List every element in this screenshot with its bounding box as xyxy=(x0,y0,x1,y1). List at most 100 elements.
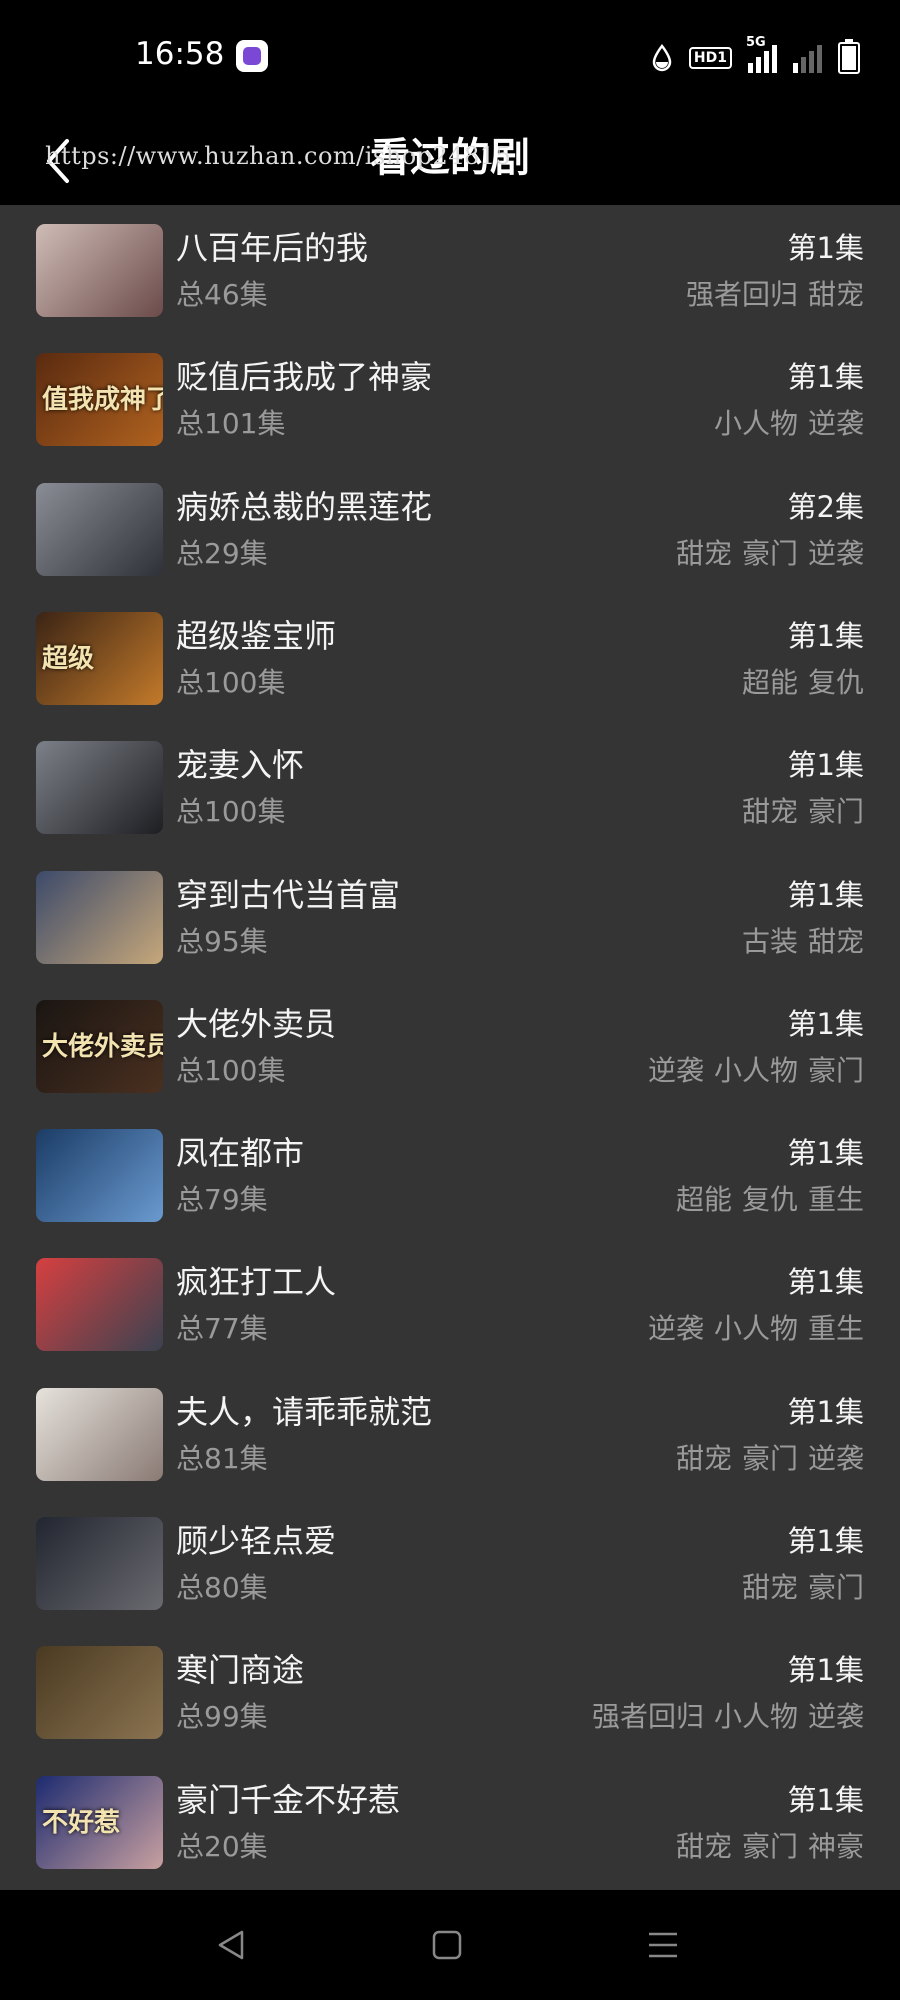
genre-tag: 逆袭 xyxy=(807,1700,864,1734)
triangle-back-icon xyxy=(218,1930,244,1960)
show-row[interactable]: 大佬外卖员 大佬外卖员 总100集 第1集 逆袭 小人物 豪门 xyxy=(0,981,900,1110)
genre-tag: 豪门 xyxy=(807,1053,864,1087)
genre-tag: 豪门 xyxy=(741,536,798,570)
genre-tag: 重生 xyxy=(807,1312,864,1346)
show-thumbnail[interactable]: 值我成神了 xyxy=(36,353,163,447)
total-episodes: 总79集 xyxy=(176,1183,268,1217)
thumbnail-text: 值我成神了 xyxy=(42,385,163,416)
total-episodes: 总46集 xyxy=(176,278,268,311)
current-episode: 第1集 xyxy=(787,1006,864,1041)
current-episode: 第1集 xyxy=(787,748,864,783)
show-thumbnail[interactable] xyxy=(36,224,163,317)
show-title: 凤在都市 xyxy=(176,1134,305,1173)
show-thumbnail[interactable] xyxy=(36,1387,163,1481)
genre-tag: 小人物 xyxy=(713,1700,798,1734)
header: 看过的剧 https://www.huzhan.com/ishop24815 xyxy=(0,115,900,205)
show-row[interactable]: 顾少轻点爱 总80集 第1集 甜宠 豪门 xyxy=(0,1498,900,1627)
show-title: 寒门商途 xyxy=(176,1651,305,1690)
total-episodes: 总101集 xyxy=(176,407,286,441)
genre-tag: 豪门 xyxy=(741,1829,798,1863)
signal-weak-icon xyxy=(793,43,822,73)
genre-tag: 复仇 xyxy=(741,1183,798,1217)
network-label: 5G xyxy=(746,35,766,50)
thumbnail-text: 不好惹 xyxy=(42,1807,121,1838)
battery-icon xyxy=(838,39,860,74)
genre-tags: 甜宠 豪门 xyxy=(732,790,864,830)
genre-tag: 强者回归 xyxy=(685,278,798,311)
show-title: 疯狂打工人 xyxy=(176,1263,337,1302)
show-row[interactable]: 值我成神了 贬值后我成了神豪 总101集 第1集 小人物 逆袭 xyxy=(0,334,900,463)
genre-tags: 甜宠 豪门 神豪 xyxy=(666,1825,864,1865)
status-time: 16:58 xyxy=(135,36,225,72)
total-episodes: 总100集 xyxy=(176,665,286,699)
genre-tag: 甜宠 xyxy=(807,278,864,311)
current-episode: 第1集 xyxy=(787,1136,864,1171)
show-thumbnail[interactable] xyxy=(36,1258,163,1352)
show-row[interactable]: 超级 超级鉴宝师总100集 第1集超能 复仇 xyxy=(0,593,900,722)
genre-tag: 甜宠 xyxy=(741,1571,798,1604)
show-thumbnail[interactable] xyxy=(36,482,163,576)
genre-tags: 甜宠 豪门 xyxy=(732,1566,864,1606)
show-thumbnail[interactable] xyxy=(36,741,163,835)
genre-tag: 重生 xyxy=(807,1183,864,1217)
show-thumbnail[interactable]: 大佬外卖员 xyxy=(36,999,163,1093)
show-title: 夫人，请乖乖就范 xyxy=(176,1392,433,1431)
show-thumbnail[interactable] xyxy=(36,1129,163,1223)
show-row[interactable]: 宠妻入怀 总100集 第1集 甜宠 豪门 xyxy=(0,722,900,851)
square-home-icon xyxy=(432,1930,462,1960)
total-episodes: 总100集 xyxy=(176,795,286,829)
show-thumbnail[interactable] xyxy=(36,1646,163,1740)
show-row[interactable]: 穿到古代当首富 总95集 第1集 古装 甜宠 xyxy=(0,852,900,981)
show-row[interactable]: 疯狂打工人 总77集 第1集 逆袭 小人物 重生 xyxy=(0,1239,900,1368)
total-episodes: 总95集 xyxy=(176,924,268,958)
show-row[interactable]: 寒门商途 总99集 第1集 强者回归 小人物 逆袭 xyxy=(0,1627,900,1756)
current-episode: 第1集 xyxy=(787,1782,864,1817)
show-row[interactable]: 夫人，请乖乖就范总81集 第1集甜宠 豪门 逆袭 xyxy=(0,1369,900,1498)
genre-tag: 小人物 xyxy=(713,1312,798,1346)
show-title: 病娇总裁的黑莲花 xyxy=(176,487,433,526)
signal-5g-icon: 5G xyxy=(746,35,777,73)
show-thumbnail[interactable] xyxy=(36,1517,163,1610)
genre-tag: 豪门 xyxy=(807,1571,864,1604)
genre-tags: 甜宠 豪门 逆袭 xyxy=(666,1437,864,1477)
show-thumbnail[interactable]: 超级 xyxy=(36,611,163,705)
genre-tags: 超能 复仇 xyxy=(732,661,864,701)
show-row[interactable]: 八百年后的我 总46集 第1集 强者回归 甜宠 xyxy=(0,205,900,334)
watermark-text: https://www.huzhan.com/ishop24815 xyxy=(45,142,512,170)
show-row[interactable]: 不好惹 豪门千金不好惹 总20集 第1集 甜宠 豪门 神豪 xyxy=(0,1757,900,1886)
genre-tag: 小人物 xyxy=(713,1053,798,1087)
total-episodes: 总81集 xyxy=(176,1441,268,1475)
genre-tag: 超能 xyxy=(675,1183,732,1217)
genre-tag: 神豪 xyxy=(807,1829,864,1863)
genre-tag: 逆袭 xyxy=(647,1053,704,1087)
nav-menu-button[interactable] xyxy=(638,1920,688,1970)
show-title: 八百年后的我 xyxy=(176,229,369,267)
show-title: 顾少轻点爱 xyxy=(176,1522,337,1560)
nav-home-button[interactable] xyxy=(422,1920,472,1970)
genre-tag: 复仇 xyxy=(807,665,864,699)
current-episode: 第1集 xyxy=(787,618,864,653)
show-row[interactable]: 病娇总裁的黑莲花 总29集 第2集 甜宠 豪门 逆袭 xyxy=(0,464,900,593)
total-episodes: 总77集 xyxy=(176,1312,268,1346)
genre-tag: 甜宠 xyxy=(675,1829,732,1863)
nav-back-button[interactable] xyxy=(206,1920,256,1970)
genre-tag: 古装 xyxy=(741,924,798,958)
genre-tag: 强者回归 xyxy=(591,1700,704,1734)
genre-tag: 豪门 xyxy=(741,1441,798,1475)
thumbnail-text: 大佬外卖员 xyxy=(42,1031,163,1062)
show-thumbnail[interactable]: 不好惹 xyxy=(36,1775,163,1869)
show-row[interactable]: 凤在都市总79集 第1集超能 复仇 重生 xyxy=(0,1110,900,1239)
water-drop-icon xyxy=(652,44,672,72)
show-title: 超级鉴宝师 xyxy=(176,616,337,655)
total-episodes: 总80集 xyxy=(176,1571,268,1604)
current-episode: 第1集 xyxy=(787,1265,864,1300)
current-episode: 第1集 xyxy=(787,1653,864,1688)
genre-tag: 甜宠 xyxy=(675,536,732,570)
genre-tags: 逆袭 小人物 豪门 xyxy=(638,1049,864,1089)
show-title: 穿到古代当首富 xyxy=(176,875,401,914)
total-episodes: 总20集 xyxy=(176,1829,268,1863)
genre-tag: 逆袭 xyxy=(807,1441,864,1475)
current-episode: 第2集 xyxy=(787,489,864,524)
current-episode: 第1集 xyxy=(787,1394,864,1429)
show-thumbnail[interactable] xyxy=(36,870,163,964)
